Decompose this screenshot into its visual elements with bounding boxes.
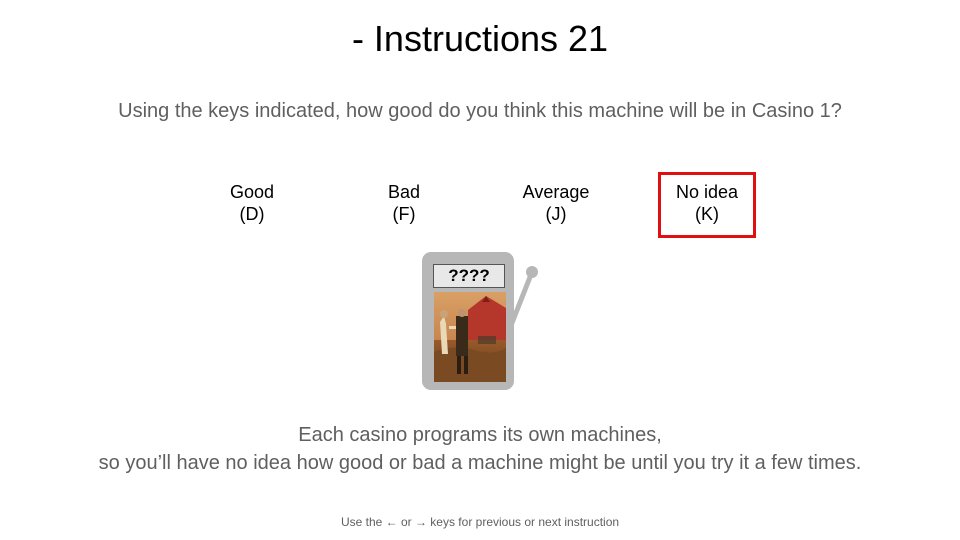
option-key: (J) (545, 204, 567, 224)
machine-body: ???? (422, 252, 514, 390)
explanation-line-2: so you’ll have no idea how good or bad a… (98, 452, 862, 474)
machine-display: ???? (433, 264, 505, 288)
option-label: No idea (675, 182, 739, 202)
option-bad[interactable]: Bad (F) (355, 172, 453, 238)
slot-machine: ???? (420, 250, 544, 392)
option-good[interactable]: Good (D) (203, 172, 301, 238)
option-key: (D) (239, 204, 265, 224)
option-label: Average (522, 182, 590, 202)
option-key: (K) (695, 204, 719, 224)
explanation-text: Each casino programs its own machines, s… (0, 421, 960, 477)
painting-icon (434, 292, 506, 382)
page-title: - Instructions 21 (351, 18, 609, 59)
option-label: Good (229, 182, 275, 202)
option-key: (F) (392, 204, 416, 224)
navigation-hint: Use the ← or → keys for previous or next… (340, 515, 620, 529)
option-label: Bad (387, 182, 421, 202)
option-average[interactable]: Average (J) (507, 172, 605, 238)
explanation-line-1: Each casino programs its own machines, (298, 424, 662, 446)
question-text: Using the keys indicated, how good do yo… (118, 100, 842, 122)
option-no-idea[interactable]: No idea (K) (658, 172, 756, 238)
